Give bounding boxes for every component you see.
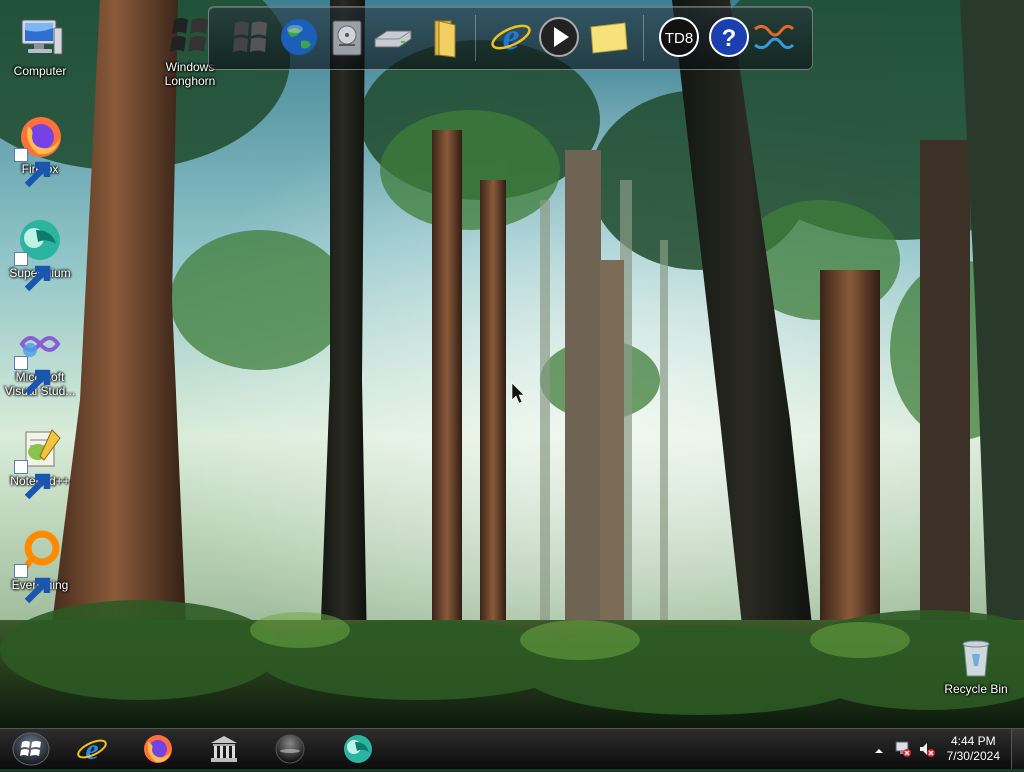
windows-start-icon [12, 732, 50, 766]
network-icon[interactable] [751, 15, 795, 59]
shortcut-arrow-icon [14, 356, 51, 396]
help-glyph: ? [722, 25, 737, 52]
system-tray: 4:44 PM 7/30/2024 [864, 729, 1024, 769]
folder-icon[interactable] [421, 15, 465, 59]
computer-icon [16, 14, 64, 62]
taskbar-internet-explorer-icon[interactable]: e [76, 733, 108, 765]
taskbar: e 4:44 PM 7/30/2024 [0, 728, 1024, 769]
td8-label: TD8 [665, 30, 693, 47]
svg-text:e: e [85, 733, 98, 765]
windows-longhorn-icon [166, 10, 214, 58]
desktop-icon-label: Recycle Bin [944, 682, 1008, 696]
shortcut-arrow-icon [14, 252, 51, 292]
desktop-icon-label: Computer [13, 64, 67, 78]
supermium-icon [14, 216, 64, 292]
everything-icon [14, 528, 64, 604]
dock-bar: e TD8 ? [208, 6, 813, 70]
shortcut-arrow-icon [14, 148, 51, 188]
desktop-icon-firefox[interactable]: Firefox [2, 112, 78, 188]
show-desktop-button[interactable] [1011, 729, 1024, 769]
start-button[interactable] [8, 731, 54, 767]
sticky-note-icon[interactable] [587, 15, 631, 59]
hard-drive-icon[interactable] [371, 15, 415, 59]
desktop-wallpaper [0, 0, 1024, 728]
media-drive-icon[interactable] [325, 15, 369, 59]
internet-explorer-icon[interactable]: e [489, 15, 533, 59]
taskbar-library-icon[interactable] [208, 733, 240, 765]
taskbar-supermium-icon[interactable] [342, 733, 374, 765]
dock-separator [643, 15, 644, 61]
shortcut-arrow-icon [14, 460, 51, 500]
desktop-icon-supermium[interactable]: Supermium [2, 216, 78, 292]
media-player-icon[interactable] [537, 15, 581, 59]
firefox-icon [14, 112, 64, 188]
notepadpp-icon [14, 424, 64, 500]
desktop-icon-everything[interactable]: Everything [2, 528, 78, 604]
help-icon[interactable]: ? [707, 15, 751, 59]
network-status-icon[interactable] [894, 740, 912, 758]
clock-time: 4:44 PM [950, 734, 996, 748]
svg-text:e: e [503, 16, 520, 58]
globe-icon[interactable] [277, 15, 321, 59]
windows-logo-icon[interactable] [229, 15, 273, 59]
volume-muted-icon[interactable] [918, 740, 936, 758]
desktop-icon-recycle-bin[interactable]: Recycle Bin [938, 632, 1014, 696]
show-hidden-icons-icon[interactable] [874, 743, 884, 753]
recycle-bin-icon [952, 632, 1000, 680]
taskbar-firefox-icon[interactable] [142, 733, 174, 765]
desktop-icon-computer[interactable]: Computer [2, 14, 78, 78]
td8-icon[interactable]: TD8 [657, 15, 701, 59]
taskbar-clock[interactable]: 4:44 PM 7/30/2024 [947, 734, 1000, 764]
desktop-icon-notepadpp[interactable]: Notepad++ [2, 424, 78, 500]
visual-studio-icon [14, 320, 64, 396]
desktop-icon-visual-studio[interactable]: Microsoft Visual Stud... [2, 320, 78, 398]
taskbar-media-sphere-icon[interactable] [274, 733, 306, 765]
shortcut-arrow-icon [14, 564, 51, 604]
dock-separator [475, 15, 476, 61]
clock-date: 7/30/2024 [946, 749, 1000, 763]
